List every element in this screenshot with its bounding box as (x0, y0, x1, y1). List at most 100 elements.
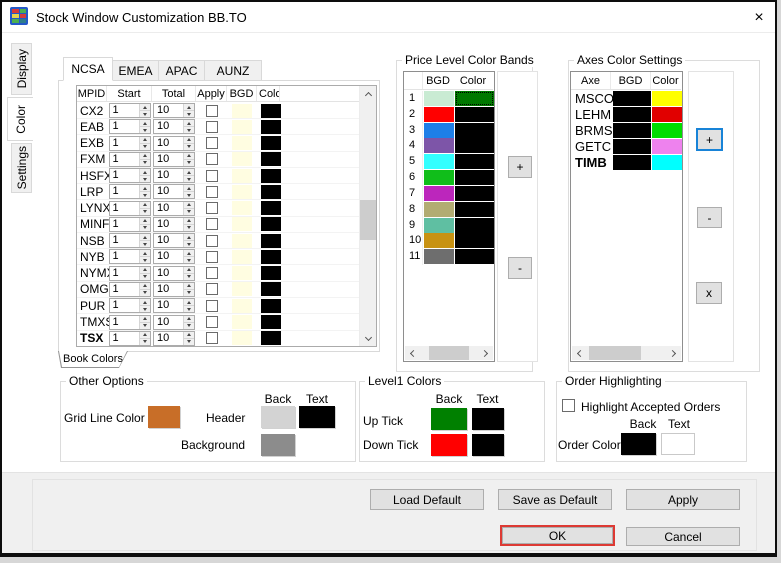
total-spinner-down-icon[interactable] (184, 110, 194, 117)
total-spinner-down-icon[interactable] (184, 208, 194, 215)
color-swatch[interactable] (261, 250, 281, 264)
price-bgd-swatch[interactable] (424, 154, 454, 169)
price-color-swatch[interactable] (455, 154, 494, 169)
bgd-swatch[interactable] (232, 104, 252, 118)
apply-checkbox[interactable] (206, 251, 218, 263)
total-spinner[interactable]: 10 (153, 233, 195, 248)
axes-color-swatch[interactable] (652, 123, 682, 138)
start-spinner[interactable]: 1 (109, 282, 151, 297)
color-swatch[interactable] (261, 282, 281, 296)
save-as-default-button[interactable]: Save as Default (498, 489, 612, 510)
color-swatch[interactable] (261, 185, 281, 199)
header-text-well[interactable] (299, 406, 335, 428)
total-spinner[interactable]: 10 (153, 152, 195, 167)
price-remove-button[interactable]: - (508, 257, 532, 279)
start-spinner[interactable]: 1 (109, 184, 151, 199)
up-tick-back-well[interactable] (431, 408, 467, 430)
start-spinner[interactable]: 1 (109, 266, 151, 281)
apply-button[interactable]: Apply (626, 489, 740, 510)
axes-bgd-swatch[interactable] (613, 107, 651, 122)
start-spinner[interactable]: 1 (109, 249, 151, 264)
axes-color-swatch[interactable] (652, 155, 682, 170)
background-well[interactable] (261, 434, 295, 456)
highlight-accepted-checkbox[interactable] (562, 399, 575, 412)
start-spinner[interactable]: 1 (109, 217, 151, 232)
scroll-left-icon[interactable] (405, 346, 420, 360)
start-spinner[interactable]: 1 (109, 152, 151, 167)
total-spinner-down-icon[interactable] (184, 256, 194, 263)
grid-line-color-well[interactable] (148, 406, 180, 428)
apply-checkbox[interactable] (206, 267, 218, 279)
axes-delete-button[interactable]: x (696, 282, 722, 304)
total-spinner[interactable]: 10 (153, 315, 195, 330)
total-spinner[interactable]: 10 (153, 266, 195, 281)
total-spinner-down-icon[interactable] (184, 240, 194, 247)
apply-checkbox[interactable] (206, 332, 218, 344)
start-spinner-down-icon[interactable] (140, 208, 150, 215)
price-add-button[interactable]: + (508, 156, 532, 178)
tab-ncsa[interactable]: NCSA (63, 57, 113, 81)
price-color-swatch[interactable] (455, 123, 494, 138)
scroll-up-icon[interactable] (360, 86, 376, 102)
price-bgd-swatch[interactable] (424, 170, 454, 185)
price-color-swatch[interactable] (455, 218, 494, 233)
bgd-swatch[interactable] (232, 136, 252, 150)
start-spinner-down-icon[interactable] (140, 175, 150, 182)
start-spinner[interactable]: 1 (109, 168, 151, 183)
price-color-swatch[interactable] (455, 138, 494, 153)
total-spinner-down-icon[interactable] (184, 224, 194, 231)
bgd-swatch[interactable] (232, 250, 252, 264)
start-spinner-down-icon[interactable] (140, 322, 150, 329)
color-swatch[interactable] (261, 315, 281, 329)
scroll-thumb[interactable] (360, 200, 376, 240)
apply-checkbox[interactable] (206, 218, 218, 230)
total-spinner-down-icon[interactable] (184, 273, 194, 280)
close-icon[interactable]: × (748, 7, 770, 29)
bgd-swatch[interactable] (232, 266, 252, 280)
total-spinner-down-icon[interactable] (184, 322, 194, 329)
color-swatch[interactable] (261, 120, 281, 134)
total-spinner[interactable]: 10 (153, 249, 195, 264)
total-spinner[interactable]: 10 (153, 103, 195, 118)
up-tick-text-well[interactable] (472, 408, 504, 430)
axes-bgd-swatch[interactable] (613, 123, 651, 138)
start-spinner[interactable]: 1 (109, 136, 151, 151)
bgd-swatch[interactable] (232, 169, 252, 183)
total-spinner-down-icon[interactable] (184, 338, 194, 345)
bgd-swatch[interactable] (232, 299, 252, 313)
color-swatch[interactable] (261, 152, 281, 166)
total-spinner[interactable]: 10 (153, 298, 195, 313)
color-swatch[interactable] (261, 234, 281, 248)
total-spinner-down-icon[interactable] (184, 175, 194, 182)
start-spinner-down-icon[interactable] (140, 224, 150, 231)
total-spinner[interactable]: 10 (153, 136, 195, 151)
price-color-swatch[interactable] (455, 107, 494, 122)
axes-add-button[interactable]: + (696, 128, 723, 151)
scroll-right-icon[interactable] (666, 346, 681, 360)
scroll-right-icon[interactable] (478, 346, 493, 360)
axes-bgd-swatch[interactable] (613, 139, 651, 154)
apply-checkbox[interactable] (206, 137, 218, 149)
apply-checkbox[interactable] (206, 121, 218, 133)
apply-checkbox[interactable] (206, 235, 218, 247)
axes-horizontal-scrollbar[interactable] (572, 346, 681, 360)
price-color-swatch[interactable] (455, 202, 494, 217)
scroll-down-icon[interactable] (360, 330, 376, 346)
header-back-well[interactable] (261, 406, 295, 428)
color-swatch[interactable] (261, 331, 281, 345)
apply-checkbox[interactable] (206, 153, 218, 165)
start-spinner[interactable]: 1 (109, 298, 151, 313)
color-swatch[interactable] (261, 299, 281, 313)
total-spinner[interactable]: 10 (153, 201, 195, 216)
bgd-swatch[interactable] (232, 315, 252, 329)
axes-color-swatch[interactable] (652, 91, 682, 106)
apply-checkbox[interactable] (206, 170, 218, 182)
start-spinner[interactable]: 1 (109, 119, 151, 134)
price-bgd-swatch[interactable] (424, 218, 454, 233)
ok-button[interactable]: OK (502, 527, 613, 544)
bgd-swatch[interactable] (232, 120, 252, 134)
start-spinner[interactable]: 1 (109, 331, 151, 346)
color-swatch[interactable] (261, 266, 281, 280)
sidebar-tab-display[interactable]: Display (11, 43, 32, 95)
color-swatch[interactable] (261, 136, 281, 150)
